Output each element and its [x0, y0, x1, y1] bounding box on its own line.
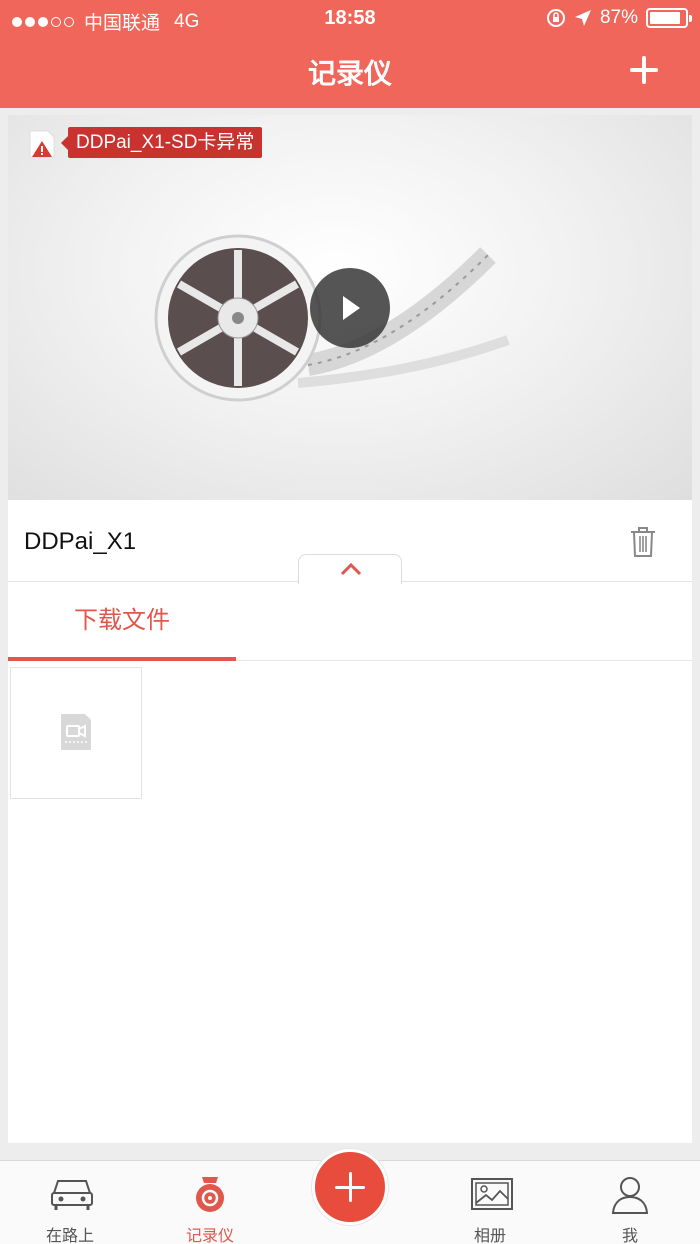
- tab-recorder[interactable]: 记录仪: [150, 1161, 270, 1244]
- tab-me[interactable]: 我: [570, 1161, 690, 1244]
- collapse-button[interactable]: [298, 554, 402, 584]
- device-row: DDPai_X1: [8, 500, 692, 584]
- trash-icon[interactable]: [630, 526, 656, 558]
- tab-on-the-road-label: 在路上: [45, 1228, 94, 1244]
- car-icon: [51, 1180, 93, 1210]
- page-title: 记录仪: [307, 58, 392, 89]
- film-reel-graphic: [154, 234, 322, 402]
- top-bar: 中国联通 4G 18:58 87% 记录仪: [0, 0, 700, 108]
- tab-on-the-road[interactable]: 在路上: [10, 1161, 130, 1244]
- play-button[interactable]: [310, 268, 390, 348]
- tab-download-files[interactable]: 下载文件: [8, 583, 236, 661]
- camera-card: DDPai_X1-SD卡异常 DDPai_X1 下载文件: [8, 115, 692, 1143]
- location-arrow-icon: [574, 10, 591, 26]
- battery-icon: [646, 8, 692, 28]
- status-bar: 中国联通 4G 18:58 87%: [0, 0, 700, 38]
- add-device-button[interactable]: [630, 56, 658, 84]
- dashcam-icon: [196, 1177, 224, 1212]
- file-tile[interactable]: [10, 667, 142, 799]
- content-tabs: 下载文件: [8, 583, 692, 661]
- battery-percent: 87%: [599, 7, 638, 28]
- tab-me-label: 我: [621, 1228, 638, 1244]
- device-name: DDPai_X1: [24, 528, 137, 555]
- video-preview[interactable]: DDPai_X1-SD卡异常: [8, 115, 692, 500]
- bottom-tab-bar: 在路上 记录仪 相册 我: [0, 1149, 700, 1244]
- photo-album-icon: [471, 1178, 513, 1210]
- chevron-up-icon: [340, 562, 362, 576]
- center-add-button[interactable]: [312, 1149, 388, 1225]
- tab-recorder-label: 记录仪: [185, 1228, 234, 1244]
- active-tab-indicator: [8, 657, 236, 661]
- rotation-lock-icon: [546, 9, 565, 27]
- tab-album-label: 相册: [473, 1228, 506, 1244]
- tab-album[interactable]: 相册: [430, 1161, 550, 1244]
- video-file-icon: [61, 714, 91, 750]
- user-icon: [611, 1177, 649, 1214]
